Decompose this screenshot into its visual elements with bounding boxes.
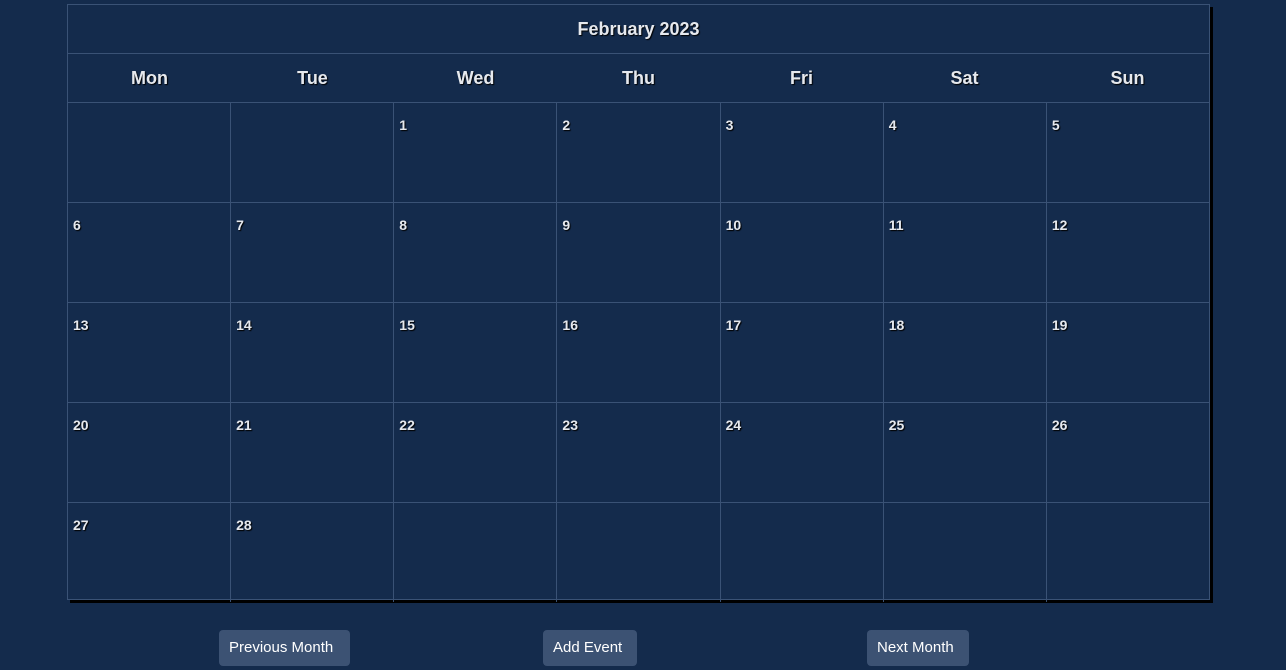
day-number: 21 [236,417,252,433]
calendar-day-cell[interactable] [68,103,232,202]
day-number: 8 [399,217,408,233]
day-number: 23 [562,417,578,433]
day-number: 11 [888,217,904,233]
calendar-day-cell[interactable]: 13 [68,303,232,402]
calendar-week-row: 1 2 3 4 5 [68,103,1209,203]
calendar-day-cell[interactable]: 9 [557,203,721,302]
weekday-mon: Mon [131,68,168,88]
day-number: 14 [236,317,252,333]
day-number: 17 [725,317,742,333]
day-number: 6 [73,217,81,233]
calendar-week-row: 27 28 [68,503,1209,602]
calendar-day-cell[interactable]: 17 [721,303,884,402]
calendar-day-cell[interactable]: 28 [231,503,395,602]
weekday-wed: Wed [456,68,495,88]
calendar-day-cell[interactable] [557,503,721,602]
day-number: 19 [1051,317,1068,333]
day-number: 3 [725,117,734,133]
day-number: 1 [399,117,408,133]
day-number: 20 [73,417,89,433]
calendar-day-cell[interactable]: 14 [231,303,395,402]
day-number: 26 [1051,417,1068,433]
calendar-week-row: 13 14 15 16 17 18 19 [68,303,1209,403]
calendar-day-cell[interactable]: 1 [394,103,558,202]
weekday-fri: Fri [789,68,813,88]
weekday-sat: Sat [950,68,979,88]
calendar-day-cell[interactable] [1047,503,1209,602]
calendar-day-cell[interactable]: 24 [721,403,884,502]
calendar-day-cell[interactable]: 5 [1047,103,1209,202]
calendar-day-cell[interactable]: 6 [68,203,232,302]
calendar-day-cell[interactable] [394,503,558,602]
calendar-day-cell[interactable]: 12 [1047,203,1209,302]
calendar: February 2023 Mon Tue Wed Thu Fri Sat Su… [67,4,1210,602]
day-number: 15 [399,317,415,333]
previous-month-button[interactable]: Previous Month [219,630,350,666]
calendar-grid: 1 2 3 4 5 6 7 8 9 10 11 12 13 14 15 16 17 18 19 20 21 22 23 24 2… [68,103,1209,602]
calendar-day-cell[interactable]: 27 [68,503,232,602]
calendar-controls: Previous Month Add Event Next Month [0,630,1286,670]
calendar-day-cell[interactable]: 8 [394,203,558,302]
calendar-day-cell[interactable]: 23 [557,403,721,502]
calendar-day-cell[interactable]: 26 [1047,403,1209,502]
day-number: 4 [888,117,897,133]
day-number: 22 [399,417,415,433]
weekday-sun: Sun [1110,68,1145,88]
day-number: 25 [888,417,905,433]
calendar-day-cell[interactable]: 22 [394,403,558,502]
day-number: 13 [73,317,89,333]
next-month-button[interactable]: Next Month [867,630,969,666]
calendar-day-cell[interactable]: 16 [557,303,721,402]
calendar-day-cell[interactable]: 20 [68,403,232,502]
day-number: 16 [562,317,578,333]
calendar-day-cell[interactable]: 7 [231,203,395,302]
calendar-day-cell[interactable] [884,503,1047,602]
calendar-day-cell[interactable] [721,503,884,602]
day-number: 28 [236,517,252,533]
calendar-day-cell[interactable]: 10 [721,203,884,302]
day-number: 27 [73,517,89,533]
calendar-day-cell[interactable]: 2 [557,103,721,202]
add-event-button[interactable]: Add Event [543,630,637,666]
calendar-week-row: 20 21 22 23 24 25 26 [68,403,1209,503]
calendar-title: February 2023 [68,5,1209,54]
calendar-day-cell[interactable]: 25 [884,403,1047,502]
weekday-header-row: Mon Tue Wed Thu Fri Sat Sun [68,54,1209,103]
day-number: 9 [562,217,571,233]
calendar-week-row: 6 7 8 9 10 11 12 [68,203,1209,303]
calendar-day-cell[interactable]: 21 [231,403,395,502]
calendar-day-cell[interactable]: 19 [1047,303,1209,402]
day-number: 2 [562,117,571,133]
day-number: 10 [725,217,742,233]
calendar-day-cell[interactable]: 4 [884,103,1047,202]
day-number: 7 [236,217,244,233]
calendar-day-cell[interactable]: 15 [394,303,558,402]
calendar-day-cell[interactable]: 11 [884,203,1047,302]
weekday-thu: Thu [622,68,655,88]
calendar-day-cell[interactable] [231,103,395,202]
calendar-day-cell[interactable]: 3 [721,103,884,202]
weekday-tue: Tue [297,68,328,88]
day-number: 12 [1051,217,1068,233]
day-number: 18 [888,317,905,333]
day-number: 24 [725,417,742,433]
calendar-day-cell[interactable]: 18 [884,303,1047,402]
day-number: 5 [1051,117,1060,133]
